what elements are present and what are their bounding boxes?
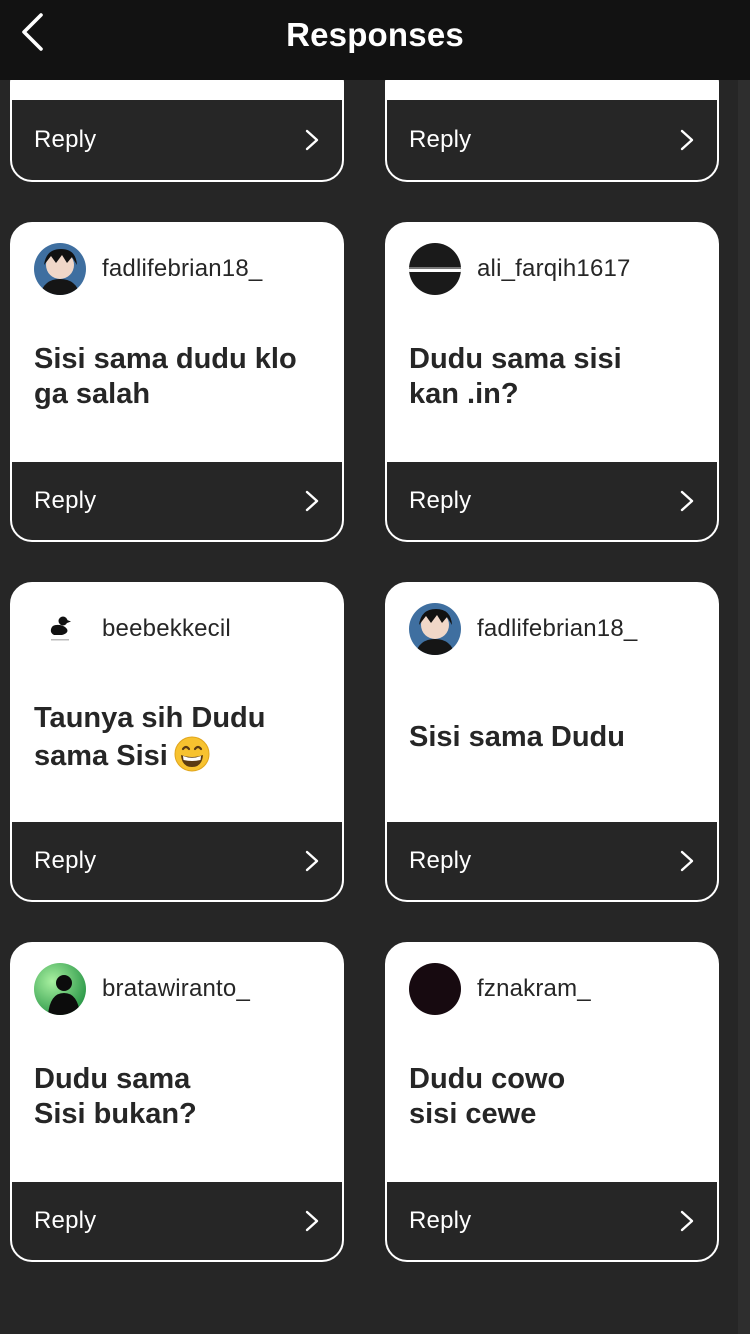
avatar[interactable] xyxy=(34,603,86,655)
username[interactable]: beebekkecil xyxy=(102,615,231,643)
response-text: Dudu sama Sisi bukan? xyxy=(34,1063,197,1130)
chevron-right-icon xyxy=(305,490,319,512)
silhouette-avatar-icon xyxy=(34,963,86,1015)
avatar[interactable] xyxy=(34,963,86,1015)
reply-button[interactable]: Reply xyxy=(12,822,342,900)
reply-label: Reply xyxy=(409,126,472,153)
response-card[interactable]: beebekkecil Taunya sih Dudu sama Sisi Re… xyxy=(10,582,344,902)
reply-button[interactable]: Reply xyxy=(387,1182,717,1260)
chevron-right-icon xyxy=(680,850,694,872)
username[interactable]: fznakram_ xyxy=(477,975,591,1003)
reply-label: Reply xyxy=(34,126,97,153)
scroll-edge xyxy=(738,80,750,1334)
username[interactable]: bratawiranto_ xyxy=(102,975,250,1003)
reply-button[interactable]: Reply xyxy=(12,462,342,540)
chevron-right-icon xyxy=(680,490,694,512)
reply-label: Reply xyxy=(409,847,472,874)
response-text-body: Taunya sih Dudu sama Sisi xyxy=(34,701,266,772)
response-header: fadlifebrian18_ xyxy=(409,602,637,656)
response-card[interactable]: fadlifebrian18_ Sisi sama dudu klo ga sa… xyxy=(10,222,344,542)
reply-label: Reply xyxy=(34,1207,97,1234)
username[interactable]: ali_farqih1617 xyxy=(477,255,631,283)
responses-screen: Responses Reply Reply fadlifebrian18_ Si… xyxy=(0,0,750,1334)
reply-button[interactable]: Reply xyxy=(12,100,342,180)
response-header: fadlifebrian18_ xyxy=(34,242,262,296)
anime-avatar-icon xyxy=(34,243,86,295)
avatar[interactable] xyxy=(409,963,461,1015)
grinning-face-emoji-icon xyxy=(174,736,210,771)
response-header: beebekkecil xyxy=(34,602,231,656)
response-text: Sisi sama dudu klo ga salah xyxy=(34,343,297,410)
response-card[interactable]: fadlifebrian18_ Sisi sama Dudu Reply xyxy=(385,582,719,902)
reply-label: Reply xyxy=(409,1207,472,1234)
reply-button[interactable]: Reply xyxy=(387,100,717,180)
chevron-right-icon xyxy=(680,1210,694,1232)
reply-button[interactable]: Reply xyxy=(12,1182,342,1260)
response-card[interactable]: bratawiranto_ Dudu sama Sisi bukan? Repl… xyxy=(10,942,344,1262)
page-title: Responses xyxy=(286,16,464,53)
reply-button[interactable]: Reply xyxy=(387,462,717,540)
reply-label: Reply xyxy=(409,487,472,514)
chevron-right-icon xyxy=(305,1210,319,1232)
chevron-right-icon xyxy=(305,129,319,151)
avatar[interactable] xyxy=(409,603,461,655)
anime-avatar-icon xyxy=(409,603,461,655)
header-bar: Responses xyxy=(0,0,750,80)
avatar[interactable] xyxy=(34,243,86,295)
response-header: bratawiranto_ xyxy=(34,962,250,1016)
username[interactable]: fadlifebrian18_ xyxy=(102,255,262,283)
avatar[interactable] xyxy=(409,243,461,295)
reply-label: Reply xyxy=(34,847,97,874)
response-header: fznakram_ xyxy=(409,962,591,1016)
username[interactable]: fadlifebrian18_ xyxy=(477,615,637,643)
duck-avatar-icon xyxy=(34,603,86,655)
response-text: Sisi sama Dudu xyxy=(409,720,625,753)
response-header: ali_farqih1617 xyxy=(409,242,631,296)
response-text: Dudu cowo sisi cewe xyxy=(409,1063,566,1130)
response-text: Dudu sama sisi kan .in? xyxy=(409,343,622,410)
reply-button[interactable]: Reply xyxy=(387,822,717,900)
response-text: Taunya sih Dudu sama Sisi xyxy=(34,652,322,822)
dark-avatar-icon xyxy=(409,243,461,295)
black-avatar-icon xyxy=(409,963,461,1015)
chevron-right-icon xyxy=(305,850,319,872)
response-card[interactable]: fznakram_ Dudu cowo sisi cewe Reply xyxy=(385,942,719,1262)
chevron-right-icon xyxy=(680,129,694,151)
reply-label: Reply xyxy=(34,487,97,514)
response-card[interactable]: ali_farqih1617 Dudu sama sisi kan .in? R… xyxy=(385,222,719,542)
